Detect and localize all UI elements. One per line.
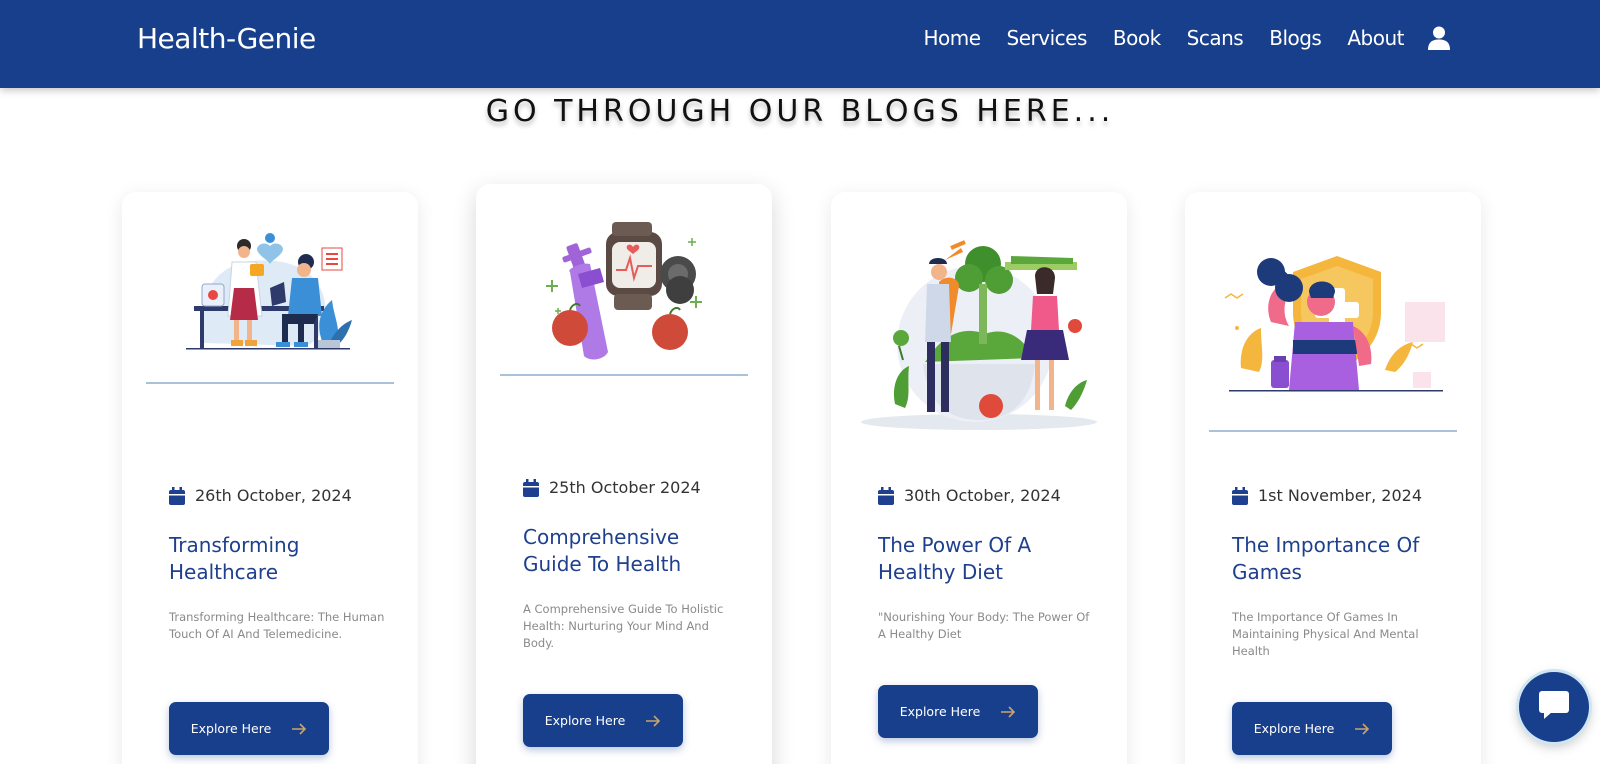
blog-title: The Power Of A Healthy Diet: [878, 533, 1032, 584]
nav-blogs[interactable]: Blogs: [1269, 26, 1322, 50]
card-divider: [1209, 430, 1457, 432]
explore-here-button[interactable]: Explore Here: [878, 685, 1038, 738]
blog-date: 26th October, 2024: [169, 486, 352, 505]
explore-button-label: Explore Here: [544, 713, 626, 728]
calendar-icon: [169, 486, 185, 505]
doctor-consultation-illustration: [146, 228, 394, 358]
chat-bubble-icon: [1538, 690, 1570, 724]
blog-date: 1st November, 2024: [1232, 486, 1422, 505]
explore-here-button[interactable]: Explore Here: [169, 702, 329, 755]
blog-description: A Comprehensive Guide To Holistic Health…: [523, 602, 724, 650]
arrow-right-icon: [1000, 705, 1016, 718]
blog-date-text: 30th October, 2024: [904, 486, 1061, 505]
nav-services[interactable]: Services: [1007, 26, 1088, 50]
blog-card: 25th October 2024 Comprehensive Guide To…: [476, 184, 772, 764]
blog-date-text: 25th October 2024: [549, 478, 701, 497]
blog-date: 25th October 2024: [523, 478, 701, 497]
main-nav: Home Services Book Scans Blogs About: [897, 26, 1450, 50]
explore-here-button[interactable]: Explore Here: [1232, 702, 1392, 755]
calendar-icon: [878, 486, 894, 505]
blog-description: "Nourishing Your Body: The Power Of A He…: [878, 610, 1090, 641]
blog-description: Transforming Healthcare: The Human Touch…: [169, 610, 385, 641]
blog-date-text: 26th October, 2024: [195, 486, 352, 505]
blog-date: 30th October, 2024: [878, 486, 1061, 505]
fitness-items-illustration: [500, 222, 748, 362]
nav-home[interactable]: Home: [923, 26, 981, 50]
card-divider: [146, 382, 394, 384]
calendar-icon: [523, 478, 539, 497]
explore-here-button[interactable]: Explore Here: [523, 694, 683, 747]
top-navbar: Health-Genie Home Services Book Scans Bl…: [0, 0, 1600, 88]
blog-date-text: 1st November, 2024: [1258, 486, 1422, 505]
card-divider: [500, 374, 748, 376]
brand-logo[interactable]: Health-Genie: [137, 22, 316, 55]
chat-widget-button[interactable]: [1519, 672, 1589, 742]
arrow-right-icon: [645, 714, 661, 727]
section-title: GO THROUGH OUR BLOGS HERE...: [485, 94, 1115, 129]
user-icon[interactable]: [1428, 26, 1450, 50]
nav-scans[interactable]: Scans: [1187, 26, 1244, 50]
blog-description: The Importance Of Games In Maintaining P…: [1232, 610, 1419, 658]
explore-button-label: Explore Here: [1253, 721, 1335, 736]
calendar-icon: [1232, 486, 1248, 505]
healthy-diet-illustration: [855, 234, 1103, 434]
blog-card: 1st November, 2024 The Importance Of Gam…: [1185, 192, 1481, 764]
arrow-right-icon: [291, 722, 307, 735]
blog-title: The Importance Of Games: [1232, 533, 1420, 584]
strength-health-illustration: [1209, 252, 1457, 402]
blog-title: Comprehensive Guide To Health: [523, 525, 682, 576]
explore-button-label: Explore Here: [190, 721, 272, 736]
nav-book[interactable]: Book: [1113, 26, 1161, 50]
blog-card: 26th October, 2024 Transforming Healthca…: [122, 192, 418, 764]
blog-card: 30th October, 2024 The Power Of A Health…: [831, 192, 1127, 764]
blog-title: Transforming Healthcare: [169, 533, 300, 584]
arrow-right-icon: [1354, 722, 1370, 735]
explore-button-label: Explore Here: [899, 704, 981, 719]
nav-about[interactable]: About: [1347, 26, 1404, 50]
